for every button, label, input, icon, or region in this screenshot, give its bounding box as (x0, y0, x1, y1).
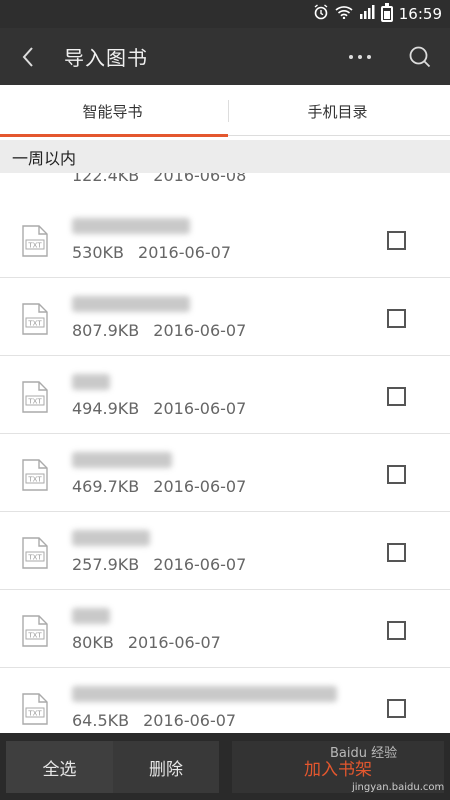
select-checkbox[interactable] (387, 699, 406, 718)
delete-button[interactable]: 删除 (113, 741, 219, 793)
watermark-url: jingyan.baidu.com (352, 782, 445, 793)
back-arrow-icon[interactable] (0, 28, 56, 85)
file-name-blurred (72, 216, 190, 236)
file-name-blurred (72, 294, 190, 314)
file-name-blurred (72, 372, 110, 392)
battery-icon (380, 3, 393, 22)
file-name-blurred (72, 528, 150, 548)
select-all-button[interactable]: 全选 (6, 741, 113, 793)
tab-smart-import[interactable]: 智能导书 (0, 85, 225, 137)
file-size: 807.9KB (72, 321, 140, 340)
active-tab-indicator (0, 134, 228, 137)
file-meta: 530KB 2016-06-07 (72, 243, 231, 262)
svg-text:TXT: TXT (27, 476, 42, 484)
select-checkbox[interactable] (387, 543, 406, 562)
file-row[interactable]: TXT 64.5KB 2016-06-07 (0, 668, 450, 733)
file-row[interactable]: TXT 530KB 2016-06-07 (0, 200, 450, 278)
tab-divider (228, 100, 229, 122)
file-meta: 494.9KB 2016-06-07 (72, 399, 246, 418)
select-checkbox[interactable] (387, 621, 406, 640)
file-row[interactable]: TXT 807.9KB 2016-06-07 (0, 278, 450, 356)
svg-text:TXT: TXT (27, 398, 42, 406)
txt-file-icon: TXT (22, 615, 48, 647)
file-date: 2016-06-07 (153, 399, 247, 418)
page-title: 导入图书 (64, 46, 148, 70)
status-bar: 16:59 (0, 0, 450, 28)
select-checkbox[interactable] (387, 231, 406, 250)
svg-text:TXT: TXT (27, 242, 42, 250)
file-date: 2016-06-07 (153, 477, 247, 496)
svg-text:TXT: TXT (27, 632, 42, 640)
file-name-blurred (72, 684, 337, 704)
file-row[interactable]: TXT 80KB 2016-06-07 (0, 590, 450, 668)
more-options-icon[interactable] (330, 28, 390, 85)
svg-text:TXT: TXT (27, 710, 42, 718)
file-meta: 80KB 2016-06-07 (72, 633, 221, 652)
file-date: 2016-06-07 (143, 711, 237, 730)
file-meta: 64.5KB 2016-06-07 (72, 711, 236, 730)
file-date: 2016-06-07 (127, 633, 221, 652)
status-time: 16:59 (398, 5, 442, 23)
file-size: 494.9KB (72, 399, 140, 418)
txt-file-icon: TXT (22, 381, 48, 413)
signal-icon (359, 5, 375, 23)
file-name-blurred (72, 606, 110, 626)
alarm-icon (313, 4, 329, 24)
tab-bar: 智能导书 手机目录 (0, 85, 450, 137)
txt-file-icon: TXT (22, 693, 48, 725)
file-date: 2016-06-07 (153, 555, 247, 574)
file-size: 64.5KB (72, 711, 130, 730)
file-meta: 807.9KB 2016-06-07 (72, 321, 246, 340)
txt-file-icon: TXT (22, 303, 48, 335)
file-size: 80KB (72, 633, 114, 652)
file-size: 469.7KB (72, 477, 140, 496)
file-name-blurred (72, 450, 172, 470)
select-checkbox[interactable] (387, 465, 406, 484)
wifi-icon (335, 5, 353, 23)
file-row[interactable]: TXT 469.7KB 2016-06-07 (0, 434, 450, 512)
baidu-watermark: Baidu 经验 (330, 746, 398, 761)
section-header: 一周以内 (0, 140, 450, 173)
tab-phone-directory[interactable]: 手机目录 (225, 85, 450, 137)
svg-text:TXT: TXT (27, 320, 42, 328)
file-row[interactable]: TXT 257.9KB 2016-06-07 (0, 512, 450, 590)
file-size: 530KB (72, 243, 125, 262)
txt-file-icon: TXT (22, 537, 48, 569)
file-meta: 257.9KB 2016-06-07 (72, 555, 246, 574)
svg-text:TXT: TXT (27, 554, 42, 562)
select-checkbox[interactable] (387, 387, 406, 406)
file-row[interactable]: TXT 494.9KB 2016-06-07 (0, 356, 450, 434)
search-icon[interactable] (390, 28, 450, 85)
file-meta: 469.7KB 2016-06-07 (72, 477, 246, 496)
file-date: 2016-06-07 (153, 321, 247, 340)
txt-file-icon: TXT (22, 459, 48, 491)
file-size: 257.9KB (72, 555, 140, 574)
tab-baseline (228, 135, 450, 136)
txt-file-icon: TXT (22, 225, 48, 257)
select-checkbox[interactable] (387, 309, 406, 328)
file-date: 2016-06-07 (138, 243, 231, 262)
file-list[interactable]: 122.4KB 2016-06-08 TXT 530KB 2016-06-07 TX… (0, 140, 450, 733)
app-bar: 导入图书 (0, 28, 450, 85)
